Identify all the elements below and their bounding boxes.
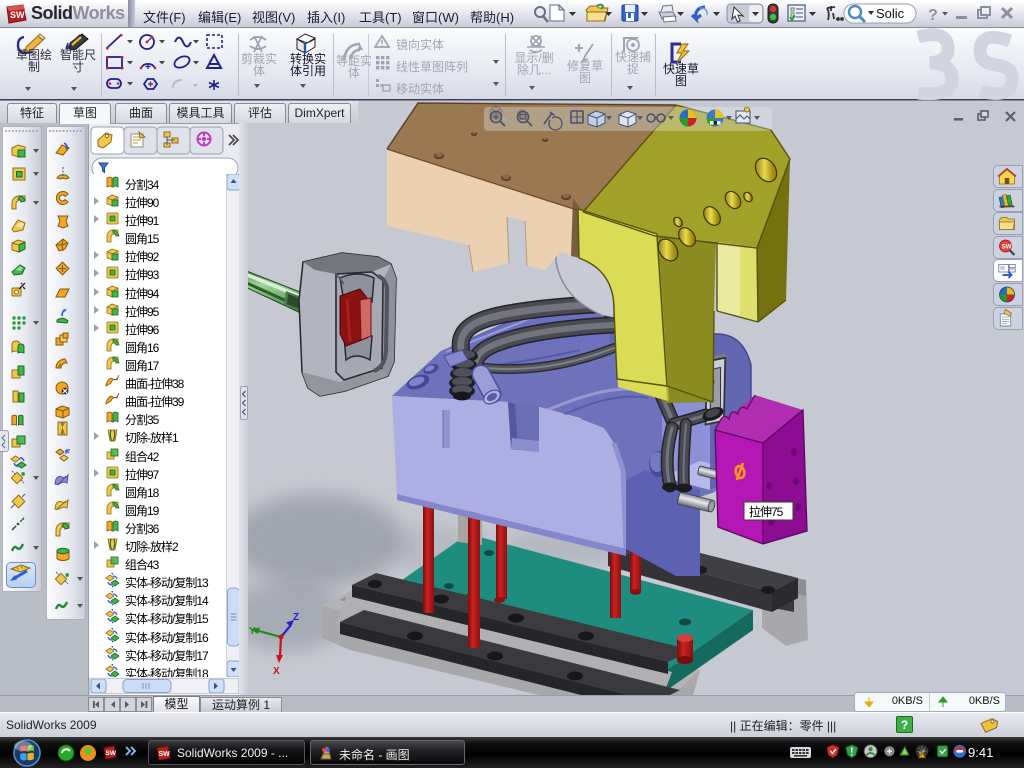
svg-text:SW: SW	[10, 10, 25, 20]
svg-text:SW: SW	[159, 751, 171, 758]
svg-text:Solic: Solic	[876, 6, 905, 21]
svg-text:!: !	[921, 753, 922, 758]
svg-text:Y: Y	[249, 626, 256, 637]
svg-text:Z: Z	[293, 612, 299, 623]
svg-text:SW: SW	[1002, 244, 1012, 250]
svg-text:拉伸75: 拉伸75	[749, 504, 784, 519]
svg-text:X: X	[273, 666, 280, 677]
svg-text:SW: SW	[106, 750, 117, 757]
svg-text:?: ?	[928, 7, 938, 24]
